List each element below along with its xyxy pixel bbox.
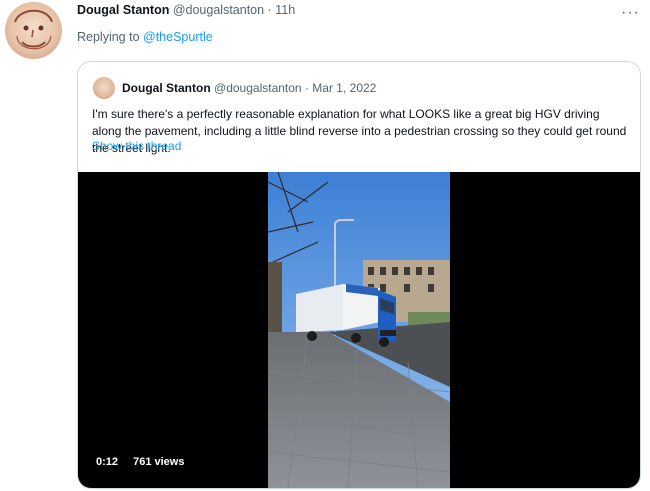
more-options-icon[interactable]: ··· (621, 4, 640, 22)
replying-handle-link[interactable]: @theSpurtle (143, 30, 213, 44)
tweet-time[interactable]: 11h (275, 3, 295, 17)
video-player[interactable]: 0:12 761 views (78, 172, 640, 488)
replying-prefix: Replying to (77, 30, 144, 44)
tweet-header: Dougal Stanton @dougalstanton · 11h (77, 3, 295, 17)
author-avatar[interactable] (5, 2, 62, 59)
separator-dot: · (267, 3, 272, 17)
author-name[interactable]: Dougal Stanton (77, 3, 169, 17)
quoted-author-handle[interactable]: @dougalstanton (214, 81, 302, 95)
video-stats: 0:12 761 views (96, 456, 196, 468)
quoted-tweet-date[interactable]: Mar 1, 2022 (312, 81, 376, 95)
quoted-tweet[interactable]: Dougal Stanton @dougalstanton · Mar 1, 2… (77, 61, 641, 489)
video-views: 761 views (133, 456, 185, 468)
replying-to: Replying to @theSpurtle (77, 30, 213, 44)
show-thread-link[interactable]: Show this thread (92, 139, 181, 153)
quoted-author-avatar[interactable] (93, 77, 115, 99)
quoted-author-name[interactable]: Dougal Stanton (122, 81, 211, 95)
quoted-tweet-header: Dougal Stanton @dougalstanton · Mar 1, 2… (122, 81, 376, 95)
quoted-separator-dot: · (304, 81, 309, 95)
video-frame (268, 172, 450, 488)
video-timestamp: 0:12 (96, 456, 119, 468)
author-handle[interactable]: @dougalstanton (173, 3, 264, 17)
